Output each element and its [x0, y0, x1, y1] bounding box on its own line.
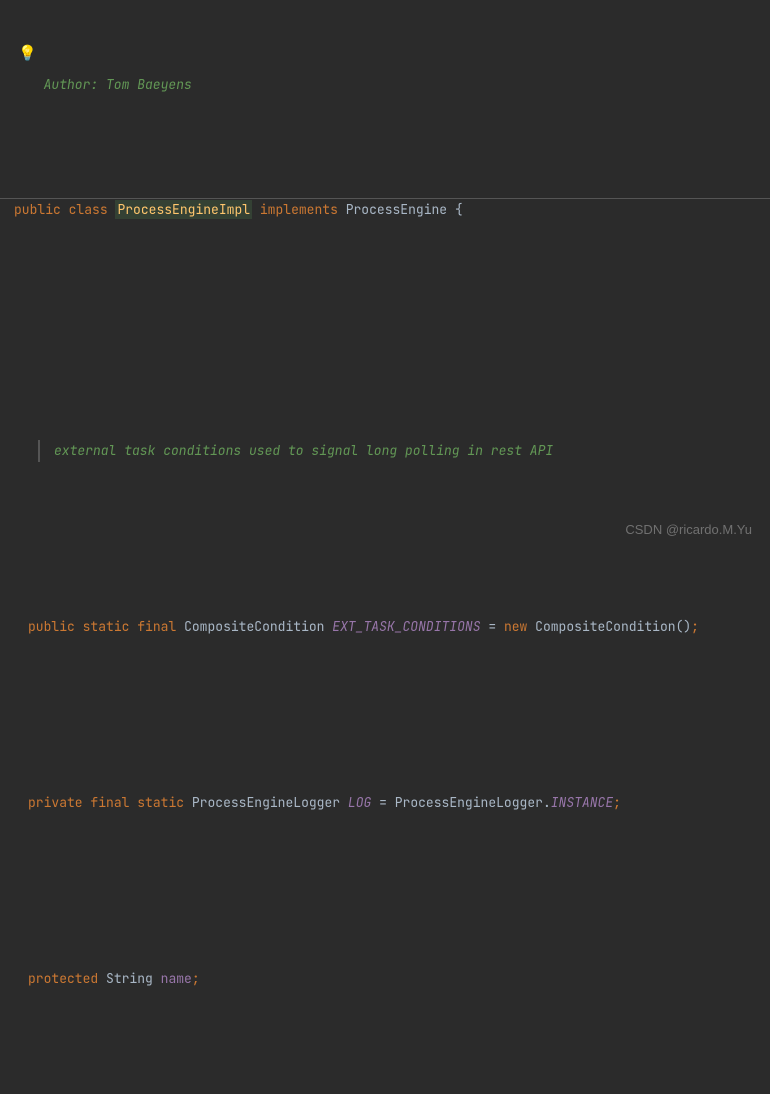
- field-name: name: [161, 970, 192, 987]
- ext-conditions-field: public static final CompositeCondition E…: [0, 616, 770, 638]
- blank-line: [0, 352, 770, 374]
- blank-line: [0, 1056, 770, 1078]
- name-field: protected String name;: [0, 968, 770, 990]
- author-text: Author: Tom Baeyens: [44, 76, 192, 93]
- implements-keyword: implements: [260, 201, 338, 218]
- log-field: private final static ProcessEngineLogger…: [0, 792, 770, 814]
- class-keyword: class: [69, 201, 108, 218]
- log-name: LOG: [348, 794, 371, 811]
- interface-name: ProcessEngine: [346, 201, 447, 218]
- class-name: ProcessEngineImpl: [115, 200, 252, 219]
- doc-comment-text: external task conditions used to signal …: [54, 442, 553, 459]
- code-editor[interactable]: Author: Tom Baeyens 💡 public class Proce…: [0, 0, 770, 1094]
- class-declaration-line: public class ProcessEngineImpl implement…: [0, 198, 770, 220]
- doc-comment-line: external task conditions used to signal …: [0, 440, 770, 462]
- csdn-watermark: CSDN @ricardo.M.Yu: [625, 519, 752, 541]
- lightbulb-icon[interactable]: 💡: [18, 42, 37, 64]
- blank-line: [0, 704, 770, 726]
- collapsed-doc-comment: Author: Tom Baeyens: [0, 66, 770, 88]
- public-keyword: public: [14, 201, 61, 218]
- const-name: EXT_TASK_CONDITIONS: [332, 618, 480, 635]
- blank-line: [0, 286, 770, 308]
- blank-line: [0, 880, 770, 902]
- open-brace: {: [455, 201, 463, 218]
